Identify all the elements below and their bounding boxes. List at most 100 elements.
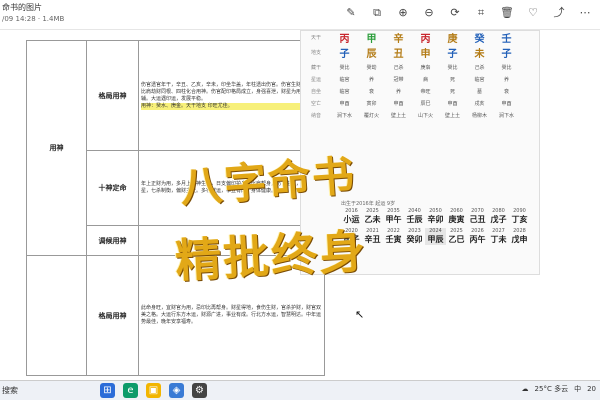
viewer-titlebar: 命书的图片 /09 14:28 · 1.4MB ✎ ⧉ ⊕ ⊖ ⟳ ⌗ 🗑 ♡ … [0, 0, 600, 30]
weather-icon: ☁ [521, 385, 529, 393]
canggan-cell: 己杀 [393, 64, 404, 71]
detail-cell: 壁上土 [444, 112, 460, 119]
dayun-pillar[interactable]: 小运 [341, 214, 362, 225]
row-label: 调候用神 [86, 225, 139, 256]
dayun-pillar[interactable]: 壬辰 [404, 214, 425, 225]
detail-cell: 病 [422, 76, 428, 83]
canggan-cell: 癸比 [447, 64, 458, 71]
row-note: 用神：癸水、庚金。天干地支 印旺尤佳。 [141, 102, 322, 110]
tiangan-cell: 庚 [447, 33, 458, 45]
tiangan-cell: 丙 [339, 33, 350, 45]
liunian-pillar[interactable]: 癸卯 [404, 234, 425, 245]
canggan-cell: 癸比 [501, 64, 512, 71]
clock[interactable]: 20 [587, 385, 596, 393]
detail-cell: 申酉 [393, 100, 404, 107]
detail-cell: 山下火 [417, 112, 433, 119]
detail-cell: 养 [503, 76, 509, 83]
dayun-pillar[interactable]: 甲午 [383, 214, 404, 225]
dizhi-cell: 子 [501, 48, 512, 60]
tiangan-cell: 丙 [420, 33, 431, 45]
tiangan-cell: 壬 [501, 33, 512, 45]
settings-icon[interactable]: ⚙ [192, 383, 207, 398]
dayun-box: 出生于2016年 起运 9岁 2016 2025 2035 2040 2050 … [341, 199, 536, 275]
dayun-pillars: 小运 乙未 甲午 壬辰 辛卯 庚寅 己丑 戊子 丁亥 [341, 214, 536, 225]
detail-cell: 死 [449, 76, 455, 83]
row-text: 伤官透官年干，辛丑、乙亥，辛未，印坐华盖，年柱透出伤官。伤官生财。大运。比肩劫财… [138, 40, 325, 151]
detail-cell: 涧下水 [336, 112, 352, 119]
liunian-pillar[interactable]: 丁未 [488, 234, 509, 245]
liunian-pillar-selected[interactable]: 甲辰 [425, 234, 446, 245]
zoom-in-icon[interactable]: ⊕ [396, 6, 410, 20]
crop-icon[interactable]: ⌗ [474, 6, 488, 20]
liunian-pillar[interactable]: 庚子 [341, 234, 362, 245]
detail-cell: 申酉 [447, 100, 458, 107]
tiangan-label: 天干 [310, 34, 321, 41]
detail-cell: 临官 [339, 76, 350, 83]
dayun-pillar[interactable]: 丁亥 [509, 214, 530, 225]
rotate-icon[interactable]: ⟳ [448, 6, 462, 20]
liunian-pillars: 庚子 辛丑 壬寅 癸卯 甲辰 乙巳 丙午 丁未 戊申 [341, 234, 536, 245]
liunian-pillar[interactable]: 壬寅 [383, 234, 404, 245]
row-label: 格局用神 [86, 40, 139, 151]
detail-cell: 杨柳木 [471, 112, 487, 119]
detail-cell: 冠带 [393, 76, 404, 83]
delete-icon[interactable]: 🗑 [500, 6, 514, 20]
analysis-table: 用神 格局用神 伤官透官年干，辛丑、乙亥，辛未，印坐华盖，年柱透出伤官。伤官生财… [26, 40, 325, 376]
photos-icon[interactable]: ◈ [169, 383, 184, 398]
weather-text[interactable]: 25°C 多云 [535, 384, 569, 394]
row-label: 格局用神 [86, 255, 139, 376]
taskbar-apps: ⊞ e ▣ ◈ ⚙ [100, 383, 207, 398]
system-tray: ☁ 25°C 多云 中 20 [522, 384, 596, 394]
folder-icon[interactable]: ▣ [146, 383, 161, 398]
mouse-cursor-icon: ↖ [355, 308, 365, 321]
zoom-out-icon[interactable]: ⊖ [422, 6, 436, 20]
more-icon[interactable]: ⋯ [578, 6, 592, 20]
share-icon[interactable]: ⤴ [552, 6, 566, 20]
dayun-pillar[interactable]: 乙未 [362, 214, 383, 225]
dizhi-cell: 丑 [393, 48, 404, 60]
detail-cell: 临官 [339, 88, 350, 95]
dizhi-cell: 辰 [366, 48, 377, 60]
liunian-pillar[interactable]: 乙巳 [446, 234, 467, 245]
dizhi-cell: 子 [447, 48, 458, 60]
favorite-icon[interactable]: ♡ [526, 6, 540, 20]
document-image: 用神 格局用神 伤官透官年干，辛丑、乙亥，辛未，印坐华盖，年柱透出伤官。伤官生财… [0, 30, 600, 380]
tiangan-row: 天干 丙 甲 辛 丙 庚 癸 壬 [301, 31, 539, 45]
start-icon[interactable]: ⊞ [100, 383, 115, 398]
canggan-cell: 癸劫 [366, 64, 377, 71]
detail-label: 纳音 [310, 112, 321, 119]
dizhi-cell: 申 [420, 48, 431, 60]
dayun-pillar[interactable]: 辛卯 [425, 214, 446, 225]
dayun-pillar[interactable]: 庚寅 [446, 214, 467, 225]
edge-icon[interactable]: e [123, 383, 138, 398]
dayun-pillar[interactable]: 己丑 [467, 214, 488, 225]
detail-cell: 寅卯 [366, 100, 377, 107]
copy-icon[interactable]: ⧉ [370, 6, 384, 20]
detail-cell: 辰巳 [420, 100, 431, 107]
row-label: 十神定命 [86, 150, 139, 226]
canggan-cell: 癸比 [339, 64, 350, 71]
detail-label: 空亡 [310, 100, 321, 107]
section-label: 用神 [26, 40, 87, 256]
liunian-pillar[interactable]: 辛丑 [362, 234, 383, 245]
liunian-pillar[interactable]: 丙午 [467, 234, 488, 245]
lang-indicator[interactable]: 中 [574, 384, 581, 394]
detail-cell: 申酉 [501, 100, 512, 107]
detail-cell: 申酉 [339, 100, 350, 107]
canggan-cell: 己杀 [474, 64, 485, 71]
dayun-note: 出生于2016年 起运 9岁 [341, 201, 396, 207]
detail-cell: 衰 [503, 88, 509, 95]
dayun-pillar[interactable]: 戊子 [488, 214, 509, 225]
detail-cell: 衰 [368, 88, 374, 95]
detail-cell: 戌亥 [474, 100, 485, 107]
row-text [138, 225, 325, 256]
pen-icon[interactable]: ✎ [344, 6, 358, 20]
dizhi-cell: 未 [474, 48, 485, 60]
dizhi-label: 地支 [310, 49, 321, 56]
detail-cell: 养 [395, 88, 401, 95]
taskbar-search[interactable]: 搜索 [2, 385, 18, 396]
viewer-toolbar: ✎ ⧉ ⊕ ⊖ ⟳ ⌗ 🗑 ♡ ⤴ ⋯ [344, 6, 592, 20]
liunian-pillar[interactable]: 戊申 [509, 234, 530, 245]
panel-detail-row: 纳音 涧下水 覆灯火 壁上土 山下火 壁上土 杨柳木 涧下水 [301, 109, 539, 121]
detail-cell: 养 [368, 76, 374, 83]
